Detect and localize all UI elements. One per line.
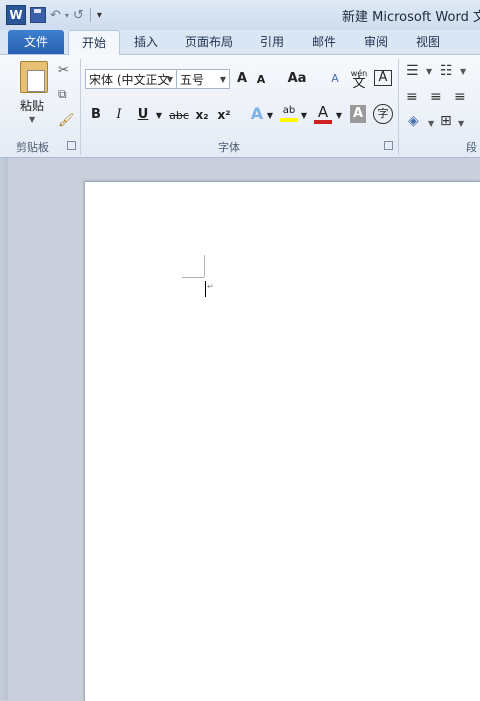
highlight-dropdown-icon[interactable]: ▼ [300, 107, 308, 125]
underline-button[interactable]: U [136, 106, 150, 124]
qat-separator [89, 8, 91, 22]
font-launcher-icon[interactable] [384, 141, 393, 150]
font-name-dropdown-icon[interactable]: ▼ [167, 70, 173, 88]
tab-home[interactable]: 开始 [68, 30, 120, 56]
tab-page-layout[interactable]: 页面布局 [178, 30, 240, 54]
phonetic-guide-char: 文 [352, 76, 366, 91]
font-name-value: 宋体 (中文正文 [89, 73, 170, 87]
tab-references[interactable]: 引用 [252, 30, 292, 54]
customize-qat-icon[interactable]: ▾ [97, 10, 102, 21]
quick-access-toolbar: W ↶ ▾ ↺ ▾ [6, 5, 102, 25]
cut-icon[interactable]: ✂ [58, 63, 69, 78]
tab-file[interactable]: 文件 [8, 30, 64, 54]
change-case-button[interactable]: Aa [286, 70, 308, 88]
enclose-characters-button[interactable]: 字 [373, 104, 393, 124]
copy-icon[interactable]: ⧉ [58, 87, 67, 102]
tab-view[interactable]: 视图 [408, 30, 448, 54]
tab-insert[interactable]: 插入 [126, 30, 166, 54]
font-color-dropdown-icon[interactable]: ▼ [335, 107, 343, 125]
font-size-combo[interactable]: 五号 ▼ [176, 69, 230, 89]
undo-icon[interactable]: ↶ [50, 8, 61, 23]
borders-icon[interactable]: ⊞ [440, 113, 452, 129]
title-bar: W ↶ ▾ ↺ ▾ 新建 Microsoft Word 文 [0, 0, 480, 30]
margin-corner-mark [204, 255, 205, 277]
font-group-label: 字体 [218, 141, 240, 154]
group-divider [80, 59, 81, 155]
bullets-dropdown-icon[interactable]: ▼ [426, 67, 432, 76]
underline-dropdown-icon[interactable]: ▼ [155, 107, 163, 125]
text-cursor [205, 281, 206, 297]
shading-icon[interactable]: ◈ [408, 113, 419, 129]
shading-dropdown-icon[interactable]: ▼ [428, 119, 434, 128]
shrink-font-button[interactable]: A [254, 71, 268, 89]
numbering-dropdown-icon[interactable]: ▼ [460, 67, 466, 76]
text-effects-button[interactable]: A [248, 105, 266, 123]
tab-mailings[interactable]: 邮件 [304, 30, 344, 54]
bold-button[interactable]: B [88, 106, 104, 124]
ribbon-home: 粘贴 ▼ ✂ ⧉ 🖌 剪贴板 宋体 (中文正文 ▼ 五号 ▼ A A Aa A … [0, 55, 480, 158]
superscript-button[interactable]: x² [216, 106, 232, 124]
paste-button[interactable]: 粘贴 [20, 97, 44, 114]
word-app-icon[interactable]: W [6, 5, 26, 25]
clipboard-launcher-icon[interactable] [67, 141, 76, 150]
format-painter-icon[interactable]: 🖌 [58, 113, 75, 128]
margin-corner-mark [182, 277, 204, 278]
clipboard-group-label: 剪贴板 [16, 141, 49, 154]
redo-icon[interactable]: ↺ [73, 8, 84, 23]
ribbon-tabs: 文件 开始 插入 页面布局 引用 邮件 审阅 视图 [0, 30, 480, 56]
bullets-icon[interactable]: ☰ [406, 63, 419, 79]
paste-icon[interactable] [20, 61, 48, 93]
paragraph-group-label: 段 [466, 141, 477, 154]
align-right-icon[interactable]: ≡ [454, 89, 466, 105]
left-edge-strip [0, 158, 8, 700]
font-color-button[interactable]: A [314, 104, 332, 124]
borders-dropdown-icon[interactable]: ▼ [458, 119, 464, 128]
numbering-icon[interactable]: ☷ [440, 63, 453, 79]
paragraph-mark-icon: ↵ [207, 282, 214, 291]
highlight-button[interactable]: ab [280, 104, 298, 122]
subscript-button[interactable]: x₂ [194, 106, 210, 124]
tab-review[interactable]: 审阅 [356, 30, 396, 54]
strikethrough-button[interactable]: abc [168, 107, 190, 125]
grow-font-button[interactable]: A [234, 70, 250, 88]
character-border-button[interactable]: A [374, 70, 392, 86]
paste-dropdown-icon[interactable]: ▼ [29, 115, 35, 124]
font-size-dropdown-icon[interactable]: ▼ [220, 70, 226, 88]
document-page[interactable] [84, 181, 480, 701]
clear-formatting-button[interactable]: A [326, 70, 344, 88]
group-divider [398, 59, 399, 155]
save-icon[interactable] [30, 7, 46, 23]
text-effects-dropdown-icon[interactable]: ▼ [266, 107, 274, 125]
font-size-value: 五号 [180, 73, 205, 87]
character-shading-button[interactable]: A [350, 105, 366, 123]
window-title: 新建 Microsoft Word 文 [342, 10, 480, 25]
align-left-icon[interactable]: ≡ [406, 89, 418, 105]
font-name-combo[interactable]: 宋体 (中文正文 ▼ [85, 69, 177, 89]
align-center-icon[interactable]: ≡ [430, 89, 442, 105]
undo-dropdown-icon[interactable]: ▾ [65, 11, 69, 20]
italic-button[interactable]: I [112, 106, 126, 124]
